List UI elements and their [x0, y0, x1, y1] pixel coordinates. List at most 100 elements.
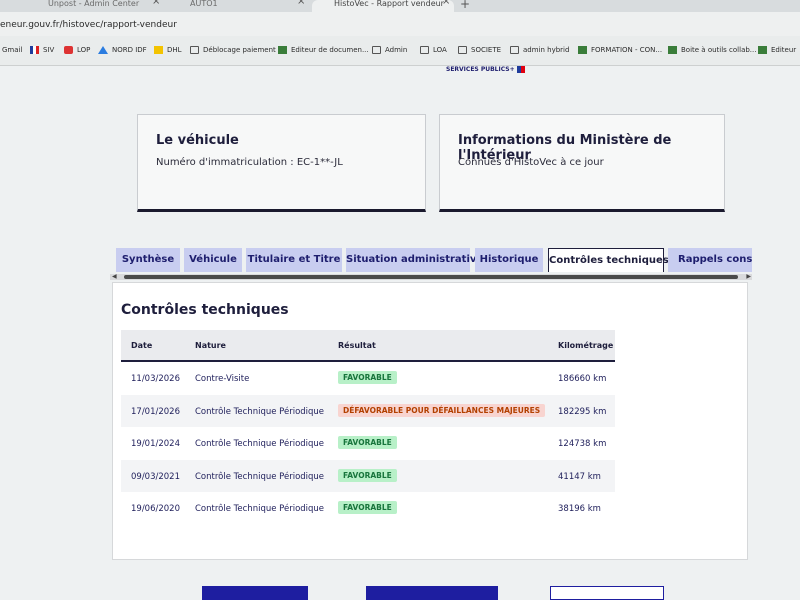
- logo-text: SERVICES PUBLICS+: [446, 66, 515, 73]
- tab-vehicule[interactable]: Véhicule: [184, 248, 242, 272]
- table-row: 19/06/2020 Contrôle Technique Périodique…: [121, 492, 615, 525]
- cell-nature: Contre-Visite: [195, 374, 250, 384]
- tab-titulaire-titre[interactable]: Titulaire et Titre: [246, 248, 342, 272]
- status-badge: FAVORABLE: [338, 371, 397, 384]
- action-button-1[interactable]: [202, 586, 308, 600]
- scroll-right-arrow-icon[interactable]: ▶: [746, 273, 751, 280]
- flag-icon: [30, 46, 39, 54]
- column-header-date: Date: [131, 341, 153, 350]
- controles-techniques-panel: Contrôles techniques Date Nature Résulta…: [112, 282, 748, 560]
- cell-nature: Contrôle Technique Périodique: [195, 504, 325, 514]
- bookmark-label: LOP: [77, 46, 91, 54]
- bookmark-admin-hybrid[interactable]: admin hybrid: [510, 46, 569, 54]
- bookmark-nord-idf[interactable]: NORD IDF: [98, 46, 147, 54]
- action-button-3[interactable]: [550, 586, 664, 600]
- spreadsheet-icon: [668, 46, 677, 54]
- spreadsheet-icon: [758, 46, 767, 54]
- bookmark-siv[interactable]: SIV: [30, 46, 54, 54]
- browser-tabstrip: Unpost - Admin Center × AUTO1 × HistoVec…: [0, 0, 800, 12]
- tab-situation-administrative[interactable]: Situation administrative: [346, 248, 483, 272]
- bookmark-gmail[interactable]: Gmail: [2, 46, 22, 54]
- bookmark-label: LOA: [433, 46, 447, 54]
- cell-nature: Contrôle Technique Périodique: [195, 406, 325, 417]
- bookmark-label: Déblocage paiement: [203, 46, 276, 54]
- bookmark-red-icon: [64, 46, 73, 54]
- address-bar[interactable]: eneur.gouv.fr/histovec/rapport-vendeur: [0, 12, 800, 36]
- column-header-resultat: Résultat: [338, 341, 376, 350]
- cell-kilometrage: 186660 km: [558, 374, 607, 384]
- bookmark-label: Gmail: [2, 46, 23, 54]
- cell-date: 17/01/2026: [131, 406, 180, 417]
- section-tabs: Synthèse Véhicule Titulaire et Titre Sit…: [116, 248, 752, 272]
- table-row: 11/03/2026 Contre-Visite FAVORABLE 18666…: [121, 362, 615, 395]
- close-icon[interactable]: ×: [297, 0, 305, 7]
- bookmark-dhl[interactable]: DHL: [154, 46, 182, 54]
- cell-kilometrage: 38196 km: [558, 504, 601, 514]
- status-badge: FAVORABLE: [338, 468, 397, 482]
- cell-date: 11/03/2026: [131, 374, 180, 384]
- folder-icon: [420, 46, 429, 54]
- close-icon[interactable]: ×: [442, 0, 450, 7]
- browser-tab[interactable]: AUTO1 ×: [156, 0, 308, 12]
- spreadsheet-icon: [578, 46, 587, 54]
- panel-title: Contrôles techniques: [121, 302, 289, 318]
- bookmark-label: FORMATION - CON...: [591, 46, 663, 54]
- status-badge: FAVORABLE: [338, 436, 397, 449]
- bookmark-label: NORD IDF: [112, 46, 147, 54]
- url-text[interactable]: eneur.gouv.fr/histovec/rapport-vendeur: [0, 20, 177, 30]
- folder-icon: [190, 46, 199, 54]
- scrollbar-thumb[interactable]: [124, 275, 738, 279]
- browser-tab-label: Unpost - Admin Center: [48, 0, 140, 8]
- cell-nature: Contrôle Technique Périodique: [195, 439, 325, 449]
- tabs-scrollbar[interactable]: ◀ ▶: [110, 273, 752, 280]
- new-tab-icon[interactable]: +: [460, 0, 470, 11]
- bookmark-editeur-2[interactable]: Editeur: [758, 46, 796, 54]
- cell-date: 19/01/2024: [131, 439, 180, 449]
- tab-rappels-constructeur[interactable]: Rappels constructeur: [668, 248, 752, 272]
- browser-tab-label: AUTO1: [190, 0, 218, 8]
- column-header-nature: Nature: [195, 341, 226, 350]
- bookmarks-bar: Gmail SIV LOP NORD IDF DHL Déblocage pai…: [0, 36, 800, 66]
- bookmark-label: admin hybrid: [523, 46, 570, 54]
- table-header: Date Nature Résultat Kilométrage: [121, 330, 615, 362]
- cell-date: 09/03/2021: [131, 471, 180, 482]
- folder-icon: [458, 46, 467, 54]
- bookmark-label: SOCIETE: [471, 46, 502, 54]
- bookmark-deblocage[interactable]: Déblocage paiement: [190, 46, 276, 54]
- bookmark-label: Admin: [385, 46, 408, 54]
- bookmark-formation[interactable]: FORMATION - CON...: [578, 46, 662, 54]
- table-row: 09/03/2021 Contrôle Technique Périodique…: [121, 459, 615, 492]
- cell-kilometrage: 41147 km: [558, 471, 601, 482]
- browser-tab[interactable]: Unpost - Admin Center ×: [14, 0, 164, 12]
- browser-tab-active[interactable]: HistoVec - Rapport vendeur ×: [312, 0, 454, 12]
- services-publics-logo: SERVICES PUBLICS+: [446, 66, 525, 73]
- page-content: SERVICES PUBLICS+ Le véhicule Numéro d'i…: [0, 66, 800, 600]
- bookmark-societe[interactable]: SOCIETE: [458, 46, 501, 54]
- flag-icon: [516, 66, 525, 73]
- tab-controles-techniques[interactable]: Contrôles techniques: [548, 248, 669, 272]
- status-badge: DÉFAVORABLE POUR DÉFAILLANCES MAJEURES: [338, 403, 546, 417]
- scroll-left-arrow-icon[interactable]: ◀: [112, 273, 117, 280]
- tab-historique[interactable]: Historique: [475, 248, 543, 272]
- dhl-icon: [154, 46, 163, 54]
- action-button-2[interactable]: [366, 586, 498, 600]
- column-header-kilometrage: Kilométrage: [558, 341, 614, 350]
- bookmark-label: SIV: [43, 46, 55, 54]
- bookmark-label: DHL: [167, 46, 182, 54]
- folder-icon: [510, 46, 519, 54]
- folder-icon: [372, 46, 381, 54]
- bookmark-editeur[interactable]: Editeur de documen...: [278, 46, 369, 54]
- bookmark-admin[interactable]: Admin: [372, 46, 407, 54]
- tab-synthese[interactable]: Synthèse: [116, 248, 180, 272]
- cell-kilometrage: 124738 km: [558, 439, 607, 449]
- bookmark-loa[interactable]: LOA: [420, 46, 447, 54]
- registration-number: Numéro d'immatriculation : EC-1**-JL: [156, 157, 343, 168]
- browser-tab-label: HistoVec - Rapport vendeur: [334, 0, 444, 8]
- bookmark-label: Editeur de documen...: [291, 46, 369, 54]
- ministry-card: Informations du Ministère de l'Intérieur…: [439, 114, 725, 212]
- bookmark-boite-outils[interactable]: Boite à outils collab...: [668, 46, 756, 54]
- table-row: 17/01/2026 Contrôle Technique Périodique…: [121, 394, 615, 427]
- cell-date: 19/06/2020: [131, 504, 180, 514]
- bookmark-lop[interactable]: LOP: [64, 46, 90, 54]
- cell-nature: Contrôle Technique Périodique: [195, 471, 325, 482]
